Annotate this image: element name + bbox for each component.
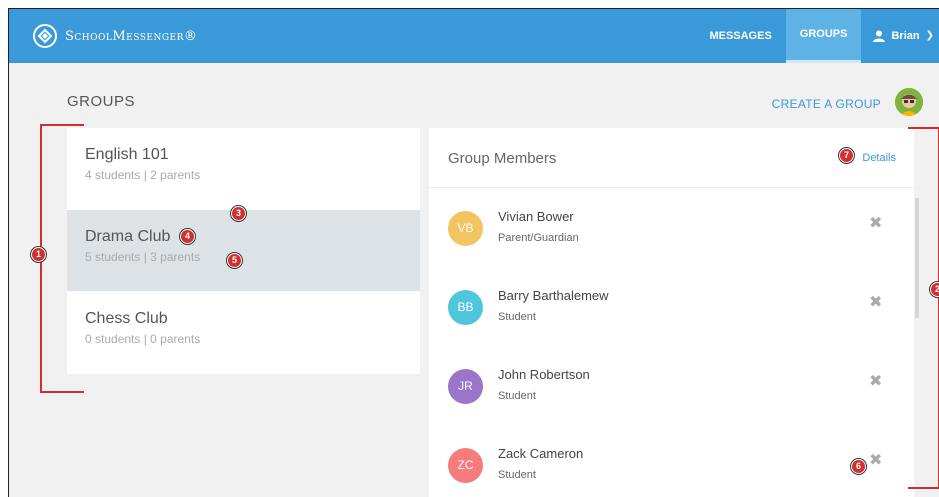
avatar-icon — [895, 88, 923, 116]
app-frame: SchoolMessenger® MESSAGES GROUPS Brian ❯… — [8, 8, 939, 497]
user-menu[interactable]: Brian ❯ — [861, 9, 939, 63]
member-name: John Robertson — [498, 367, 590, 382]
page-title: GROUPS — [67, 93, 136, 110]
details-link[interactable]: Details — [862, 152, 896, 164]
callout-badge-5: 5 — [227, 253, 242, 268]
callout-bracket-members — [908, 127, 939, 489]
main-nav: MESSAGES GROUPS Brian ❯ — [695, 9, 939, 63]
group-counts: 0 students | 0 parents — [85, 332, 201, 346]
avatar[interactable] — [895, 88, 923, 116]
members-title: Group Members — [448, 150, 557, 167]
group-item-english-101[interactable]: English 101 4 students | 2 parents — [67, 128, 420, 209]
close-icon[interactable]: ✖ — [869, 295, 885, 311]
callout-badge-3: 3 — [231, 206, 246, 221]
close-icon[interactable]: ✖ — [869, 216, 885, 232]
group-name: Chess Club — [85, 310, 168, 327]
member-avatar: JR — [448, 369, 483, 404]
chevron-down-icon: ❯ — [925, 30, 934, 41]
group-item-drama-club[interactable]: Drama Club 5 students | 3 parents — [67, 210, 420, 291]
top-navigation-bar: SchoolMessenger® MESSAGES GROUPS Brian ❯ — [9, 9, 939, 63]
callout-badge-1: 1 — [31, 247, 46, 262]
create-group-link[interactable]: CREATE A GROUP — [772, 97, 881, 111]
callout-badge-6: 6 — [851, 459, 866, 474]
group-counts: 4 students | 2 parents — [85, 168, 201, 182]
member-role: Student — [498, 469, 536, 481]
member-row: JR John Robertson Student ✖ — [429, 347, 914, 426]
brand-name: SchoolMessenger® — [65, 28, 198, 44]
member-role: Student — [498, 390, 536, 402]
member-avatar: BB — [448, 290, 483, 325]
group-counts: 5 students | 3 parents — [85, 250, 201, 264]
member-row: VB Vivian Bower Parent/Guardian ✖ — [429, 189, 914, 268]
group-members-panel: Group Members Details VB Vivian Bower Pa… — [429, 128, 914, 497]
logo-icon — [33, 24, 57, 48]
member-avatar: ZC — [448, 448, 483, 483]
callout-badge-4: 4 — [180, 229, 195, 244]
member-avatar: VB — [448, 211, 483, 246]
member-role: Parent/Guardian — [498, 232, 579, 244]
group-name: Drama Club — [85, 228, 171, 245]
nav-messages[interactable]: MESSAGES — [695, 9, 785, 63]
callout-badge-7: 7 — [839, 148, 854, 163]
group-name: English 101 — [85, 146, 169, 163]
callout-badge-2: 2 — [930, 282, 939, 297]
member-row: BB Barry Barthalemew Student ✖ — [429, 268, 914, 347]
brand-logo[interactable]: SchoolMessenger® — [33, 24, 197, 48]
member-name: Zack Cameron — [498, 446, 584, 461]
groups-list: English 101 4 students | 2 parents Drama… — [67, 128, 420, 374]
user-icon — [873, 30, 886, 42]
member-row: ZC Zack Cameron Student ✖ — [429, 426, 914, 497]
nav-groups[interactable]: GROUPS — [785, 9, 862, 63]
member-name: Vivian Bower — [498, 209, 574, 224]
group-item-chess-club[interactable]: Chess Club 0 students | 0 parents — [67, 292, 420, 373]
member-name: Barry Barthalemew — [498, 288, 609, 303]
callout-bracket-groups — [40, 124, 84, 393]
close-icon[interactable]: ✖ — [869, 374, 885, 390]
close-icon[interactable]: ✖ — [869, 453, 885, 469]
user-name: Brian — [891, 30, 920, 42]
member-role: Student — [498, 311, 536, 323]
